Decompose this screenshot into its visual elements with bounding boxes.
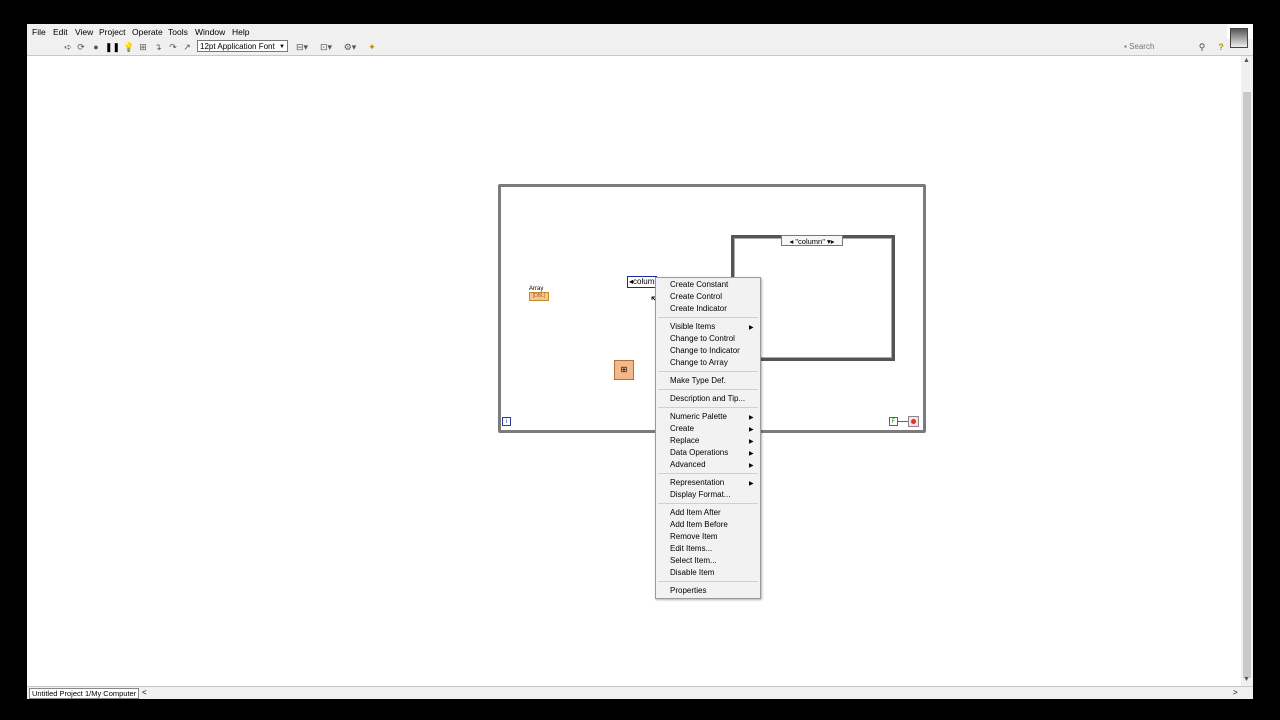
distribute-objects-icon[interactable]: ⊡▾ — [319, 42, 333, 52]
menu-project[interactable]: Project — [99, 27, 125, 37]
menu-item-change-to-control[interactable]: Change to Control — [670, 334, 735, 343]
menu-window[interactable]: Window — [195, 27, 225, 37]
submenu-arrow-icon: ▶ — [749, 481, 754, 487]
search-input[interactable]: ▪ Search — [1124, 41, 1206, 52]
menu-operate[interactable]: Operate — [132, 27, 163, 37]
menu-item-representation[interactable]: Representation — [670, 478, 724, 487]
menu-item-change-to-indicator[interactable]: Change to Indicator — [670, 346, 740, 355]
submenu-arrow-icon: ▶ — [749, 463, 754, 469]
retain-wire-values-icon[interactable]: ⊞ — [138, 42, 148, 52]
font-select[interactable]: 12pt Application Font ▼ — [197, 40, 288, 52]
menu-item-create-control[interactable]: Create Control — [670, 292, 722, 301]
scrollbar-thumb[interactable] — [1243, 92, 1251, 678]
menu-separator — [658, 407, 758, 408]
menu-item-create-indicator[interactable]: Create Indicator — [670, 304, 727, 313]
scroll-down-icon[interactable]: ▼ — [1243, 676, 1250, 683]
menu-item-add-item-before[interactable]: Add Item Before — [670, 520, 728, 529]
iteration-terminal[interactable]: i — [502, 417, 511, 426]
search-placeholder: Search — [1129, 42, 1155, 51]
menu-item-description-and-tip[interactable]: Description and Tip... — [670, 394, 745, 403]
submenu-arrow-icon: ▶ — [749, 325, 754, 331]
scroll-up-icon[interactable]: ▲ — [1243, 57, 1250, 64]
menu-item-replace[interactable]: Replace — [670, 436, 699, 445]
submenu-arrow-icon: ▶ — [749, 427, 754, 433]
menu-item-edit-items[interactable]: Edit Items... — [670, 544, 712, 553]
highlight-execution-icon[interactable]: 💡 — [123, 42, 134, 52]
menu-item-disable-item[interactable]: Disable Item — [670, 568, 714, 577]
menu-item-advanced[interactable]: Advanced — [670, 460, 706, 469]
stop-terminal[interactable] — [908, 416, 919, 427]
false-constant[interactable]: F — [889, 417, 898, 426]
menu-item-change-to-array[interactable]: Change to Array — [670, 358, 728, 367]
scroll-left-icon[interactable]: < — [142, 688, 147, 697]
case-selector[interactable]: ◂ "column" ▾▸ — [781, 235, 843, 246]
menu-help[interactable]: Help — [232, 27, 249, 37]
menu-item-add-item-after[interactable]: Add Item After — [670, 508, 721, 517]
abort-icon[interactable]: ● — [91, 42, 101, 52]
project-path: Untitled Project 1/My Computer — [29, 688, 140, 699]
vertical-scrollbar[interactable]: ▲ ▼ — [1241, 56, 1253, 686]
resize-objects-icon[interactable]: ⚙▾ — [343, 42, 357, 52]
toolbar: ➪ ⟳ ● ❚❚ 💡 ⊞ ↴ ↷ ↗ 12pt Application Font… — [27, 39, 1253, 56]
menu-separator — [658, 317, 758, 318]
align-objects-icon[interactable]: ⊟▾ — [295, 42, 309, 52]
menu-item-remove-item[interactable]: Remove Item — [670, 532, 718, 541]
menu-item-properties[interactable]: Properties — [670, 586, 706, 595]
menu-file[interactable]: File — [32, 27, 46, 37]
step-over-icon[interactable]: ↷ — [168, 42, 178, 52]
boolean-wire — [898, 421, 908, 422]
menu-separator — [658, 371, 758, 372]
menu-view[interactable]: View — [75, 27, 93, 37]
scroll-right-icon[interactable]: > — [1233, 688, 1238, 697]
pause-icon[interactable]: ❚❚ — [105, 42, 120, 52]
menu-edit[interactable]: Edit — [53, 27, 68, 37]
menu-item-numeric-palette[interactable]: Numeric Palette — [670, 412, 727, 421]
help-icon[interactable]: ? — [1216, 42, 1226, 52]
menu-separator — [658, 503, 758, 504]
menu-separator — [658, 389, 758, 390]
menu-item-display-format[interactable]: Display Format... — [670, 490, 730, 499]
run-continuously-icon[interactable]: ⟳ — [76, 42, 86, 52]
enum-constant[interactable]: ◂column — [627, 276, 657, 288]
vi-icon[interactable] — [1230, 28, 1248, 48]
menu-item-make-type-def[interactable]: Make Type Def. — [670, 376, 726, 385]
array-function-node[interactable]: ⊞ — [614, 360, 634, 380]
menu-separator — [658, 581, 758, 582]
menu-bar: File Edit View Project Operate Tools Win… — [27, 24, 1227, 39]
search-icon[interactable]: ⚲ — [1197, 42, 1207, 52]
menu-item-select-item[interactable]: Select Item... — [670, 556, 717, 565]
menu-item-visible-items[interactable]: Visible Items — [670, 322, 715, 331]
menu-item-data-operations[interactable]: Data Operations — [670, 448, 728, 457]
font-select-value: 12pt Application Font — [200, 42, 275, 51]
step-out-icon[interactable]: ↗ — [182, 42, 192, 52]
submenu-arrow-icon: ▶ — [749, 415, 754, 421]
submenu-arrow-icon: ▶ — [749, 439, 754, 445]
array-terminal[interactable]: [DBL] — [529, 292, 549, 301]
submenu-arrow-icon: ▶ — [749, 451, 754, 457]
block-diagram-window: File Edit View Project Operate Tools Win… — [27, 24, 1253, 699]
menu-item-create-constant[interactable]: Create Constant — [670, 280, 728, 289]
menu-item-create[interactable]: Create — [670, 424, 694, 433]
context-menu: Create Constant Create Control Create In… — [655, 277, 761, 599]
run-arrow-icon[interactable]: ➪ — [63, 42, 73, 52]
menu-tools[interactable]: Tools — [168, 27, 188, 37]
status-bar: Untitled Project 1/My Computer < > — [27, 686, 1253, 699]
step-into-icon[interactable]: ↴ — [153, 42, 163, 52]
chevron-down-icon: ▼ — [279, 44, 285, 50]
menu-separator — [658, 473, 758, 474]
cleanup-diagram-icon[interactable]: ✦ — [367, 42, 377, 52]
